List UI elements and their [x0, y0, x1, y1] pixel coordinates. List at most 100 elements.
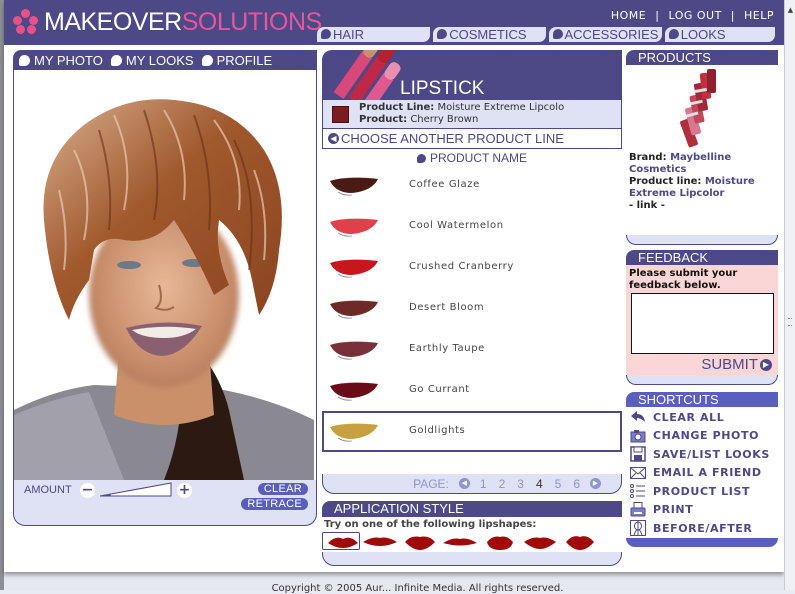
- copyright-footer: Copyright © 2005 Aur... Infinite Media. …: [271, 583, 564, 594]
- products-header: PRODUCTS: [626, 50, 778, 65]
- vertical-scrollbar[interactable]: ▲: [784, 0, 795, 590]
- tab-my-looks[interactable]: MY LOOKS: [110, 53, 194, 68]
- shortcut-clear-all[interactable]: CLEAR ALL: [629, 408, 779, 427]
- prev-page-icon[interactable]: ◀: [458, 478, 470, 489]
- tab-bullet-icon: [110, 54, 122, 66]
- product-name: Crushed Cranberry: [409, 261, 514, 272]
- product-name-header-label: PRODUCT NAME: [429, 151, 528, 165]
- current-product-info: Product Line: Moisture Extreme Lipcolo P…: [322, 100, 622, 128]
- tab-profile[interactable]: PROFILE: [201, 53, 272, 68]
- product-line-value: Moisture Extreme Lipcolo: [437, 102, 565, 113]
- tab-bullet-icon: [201, 54, 213, 66]
- product-item[interactable]: Desert Bloom: [322, 288, 622, 329]
- nav-tab-label: HAIR: [333, 27, 365, 42]
- home-link[interactable]: HOME: [611, 9, 646, 22]
- tab-bullet-icon: [321, 29, 331, 39]
- photo-panel: MY PHOTO MY LOOKS PROFILE AMOUNT − + CLE…: [13, 50, 317, 526]
- nav-tab-looks[interactable]: LOOKS: [664, 27, 776, 42]
- lipstick-panel: LIPSTICK Product Line: Moisture Extreme …: [322, 50, 622, 566]
- product-item[interactable]: Crushed Cranberry: [322, 247, 622, 288]
- shortcut-product-list[interactable]: PRODUCT LIST: [629, 482, 779, 501]
- makeover-photo-canvas[interactable]: [13, 70, 317, 480]
- lipstick-swatch-icon: [330, 258, 378, 278]
- decrease-amount-button[interactable]: −: [80, 483, 95, 498]
- lips-icon: [405, 536, 435, 550]
- nav-tab-label: ACCESSORIES: [564, 27, 659, 42]
- product-details: Brand: Maybelline Cosmetics Product line…: [629, 152, 778, 212]
- lipshape-option[interactable]: [480, 532, 520, 550]
- lips-icon: [328, 537, 358, 548]
- submit-label: SUBMIT: [701, 356, 758, 373]
- product-item[interactable]: Coffee Glaze: [322, 165, 622, 206]
- lipshape-option[interactable]: [400, 532, 440, 550]
- list-icon: [629, 483, 647, 499]
- lipshape-option[interactable]: [560, 532, 600, 550]
- lipstick-swatch-icon: [330, 217, 378, 237]
- shortcut-change-photo[interactable]: CHANGE PHOTO: [629, 427, 779, 446]
- feedback-footer: [626, 375, 778, 385]
- page-number-6[interactable]: 6: [573, 477, 580, 491]
- shortcuts-header: SHORTCUTS: [626, 392, 778, 407]
- lipstick-swatch-icon: [330, 381, 378, 401]
- shortcut-label: SAVE/LIST LOOKS: [653, 447, 770, 461]
- model-photo: [14, 70, 316, 480]
- tab-bullet-icon: [668, 29, 679, 39]
- line-label: Product line:: [629, 176, 702, 187]
- link-separator: |: [655, 9, 660, 22]
- nav-tab-hair[interactable]: HAIR: [317, 27, 431, 42]
- printer-icon: [629, 502, 647, 518]
- submit-arrow-icon: ▶: [760, 358, 772, 371]
- product-link[interactable]: - link -: [629, 200, 778, 212]
- page-number-2[interactable]: 2: [499, 477, 506, 491]
- lips-icon: [487, 536, 513, 550]
- retrace-button[interactable]: RETRACE: [241, 498, 308, 510]
- nav-tab-cosmetics[interactable]: COSMETICS: [433, 27, 546, 42]
- lipshape-option[interactable]: [360, 532, 400, 550]
- increase-amount-button[interactable]: +: [177, 483, 192, 498]
- product-line-row: Product Line: Moisture Extreme Lipcolo: [359, 102, 564, 113]
- lipshape-option[interactable]: [440, 532, 480, 550]
- shortcut-before-after[interactable]: BEFORE/AFTER: [629, 519, 779, 538]
- nav-tab-accessories[interactable]: ACCESSORIES: [548, 27, 662, 42]
- product-item[interactable]: Cool Watermelon: [322, 206, 622, 247]
- scroll-up-icon[interactable]: ▲: [786, 6, 795, 15]
- product-list: Coffee Glaze Cool Watermelon Crushed Cranb…: [322, 165, 622, 452]
- page-number-4[interactable]: 4: [536, 477, 543, 491]
- clear-button[interactable]: CLEAR: [257, 483, 308, 495]
- shortcut-label: BEFORE/AFTER: [653, 521, 753, 535]
- scroll-thumb-grip[interactable]: [788, 318, 792, 326]
- shortcuts-list: CLEAR ALL CHANGE PHOTO SAVE/LIST LOOKS EMAI…: [629, 408, 779, 538]
- lipshape-option[interactable]: [520, 532, 560, 550]
- shortcut-label: PRINT: [653, 503, 694, 517]
- shortcut-email-a-friend[interactable]: EMAIL A FRIEND: [629, 464, 779, 483]
- page-number-5[interactable]: 5: [555, 477, 562, 491]
- pagination: PAGE: ◀ 123456 ▶: [322, 474, 622, 494]
- next-page-icon[interactable]: ▶: [590, 478, 601, 489]
- shortcut-save-list-looks[interactable]: SAVE/LIST LOOKS: [629, 445, 779, 464]
- application-style-header: APPLICATION STYLE: [322, 501, 622, 517]
- submit-feedback-button[interactable]: SUBMIT ▶: [701, 356, 772, 373]
- lipshape-options: [322, 532, 622, 552]
- product-item[interactable]: Earthly Taupe: [322, 329, 622, 370]
- choose-another-product-line-button[interactable]: ◀ CHOOSE ANOTHER PRODUCT LINE: [322, 128, 622, 149]
- brand-row: Brand: Maybelline Cosmetics: [629, 152, 778, 176]
- product-item[interactable]: Go Currant: [322, 370, 622, 411]
- product-name: Earthly Taupe: [409, 343, 485, 354]
- feedback-textarea[interactable]: [631, 293, 774, 354]
- application-style-footer: [322, 552, 622, 566]
- amount-slider[interactable]: [99, 482, 172, 497]
- logo[interactable]: MAKEOVER SOLUTIONS: [12, 8, 322, 36]
- product-name: Cool Watermelon: [409, 220, 504, 231]
- shortcut-print[interactable]: PRINT: [629, 501, 779, 520]
- product-item[interactable]: Goldlights: [322, 411, 622, 452]
- lipshape-option[interactable]: [322, 532, 360, 550]
- help-link[interactable]: HELP: [744, 9, 774, 22]
- tab-my-photo[interactable]: MY PHOTO: [19, 53, 103, 68]
- product-line-row: Product line: Moisture Extreme Lipcolor: [629, 176, 778, 200]
- page-number-3[interactable]: 3: [517, 477, 524, 491]
- page-number-1[interactable]: 1: [480, 477, 487, 491]
- logout-link[interactable]: LOG OUT: [668, 9, 721, 22]
- envelope-icon: [629, 465, 647, 481]
- product-name: Coffee Glaze: [409, 179, 480, 190]
- product-name-sort-header[interactable]: PRODUCT NAME: [322, 151, 622, 165]
